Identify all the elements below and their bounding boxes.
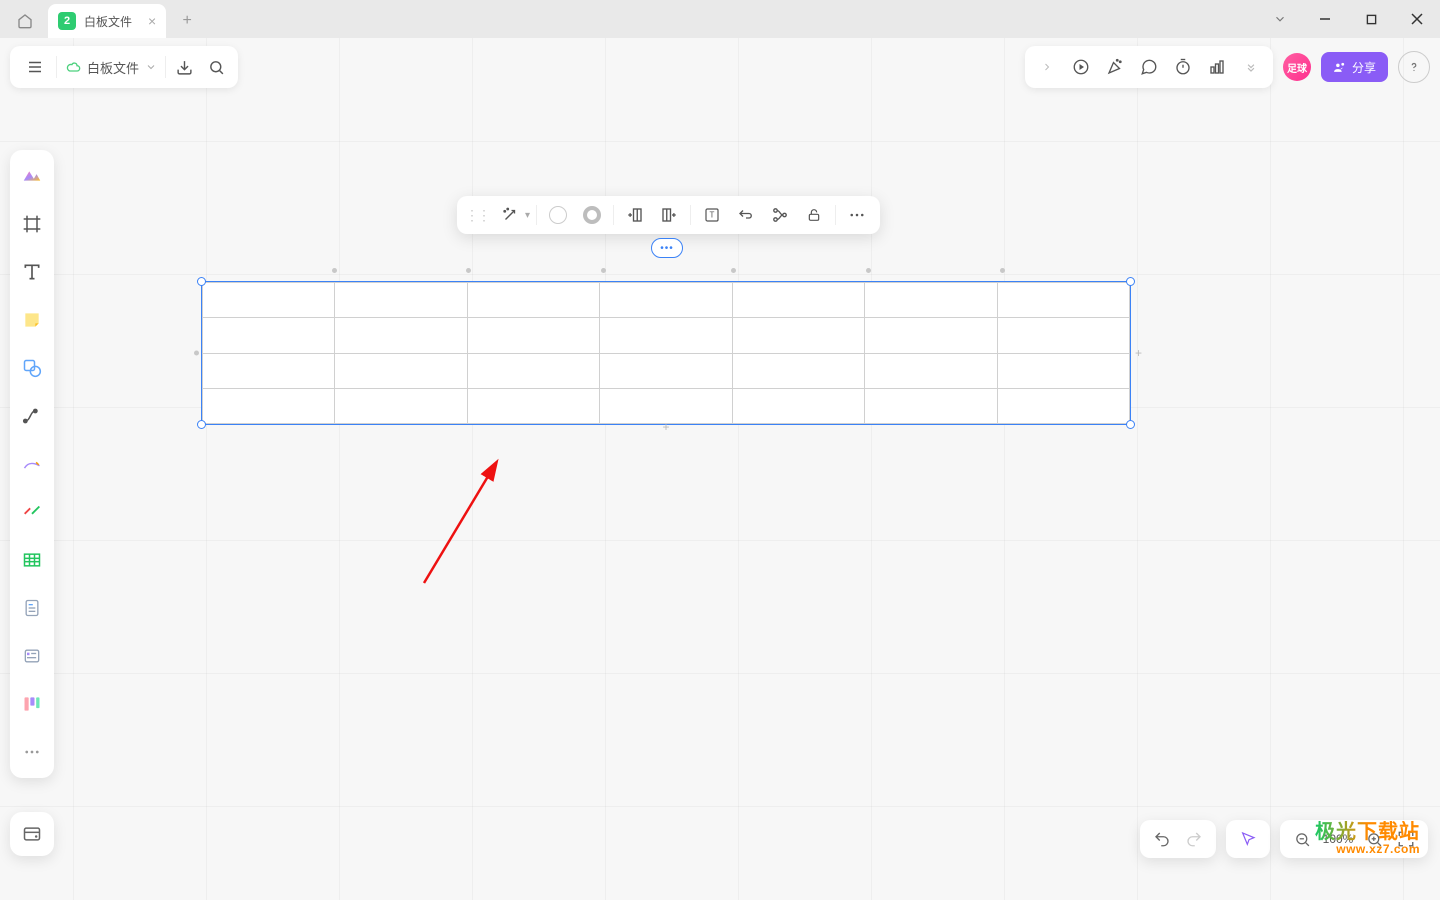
frame-tool[interactable] xyxy=(16,208,48,240)
file-name-chip[interactable]: 白板文件 xyxy=(59,58,163,77)
table-tool[interactable] xyxy=(16,544,48,576)
chevron-down-icon xyxy=(145,61,157,73)
connector-tool[interactable] xyxy=(16,400,48,432)
vote-button[interactable] xyxy=(1201,48,1233,86)
link-button[interactable] xyxy=(731,200,761,230)
home-button[interactable] xyxy=(10,6,40,36)
app-header-right: 足球 分享 xyxy=(1025,46,1430,88)
card-tool[interactable] xyxy=(16,640,48,672)
tab-close-icon[interactable]: × xyxy=(148,13,156,29)
timer-button[interactable] xyxy=(1167,48,1199,86)
export-button[interactable] xyxy=(168,48,200,86)
app-header-left: 白板文件 xyxy=(10,46,238,88)
redo-button[interactable] xyxy=(1178,823,1210,855)
history-card xyxy=(1140,820,1216,858)
tab-doc-icon: 2 xyxy=(58,12,76,30)
close-button[interactable] xyxy=(1394,0,1440,38)
col-marker[interactable] xyxy=(731,268,736,273)
more-header-icon[interactable] xyxy=(1235,48,1267,86)
expand-header-icon[interactable] xyxy=(1031,48,1063,86)
kanban-tool[interactable] xyxy=(16,688,48,720)
menu-button[interactable] xyxy=(16,48,54,86)
help-button[interactable] xyxy=(1398,51,1430,83)
selection-menu-pill[interactable]: ••• xyxy=(651,238,683,258)
branch-button[interactable] xyxy=(765,200,795,230)
search-button[interactable] xyxy=(200,48,232,86)
text-tool[interactable] xyxy=(16,256,48,288)
more-options-button[interactable] xyxy=(842,200,872,230)
zoom-in-button[interactable] xyxy=(1358,823,1390,855)
resize-handle-nw[interactable] xyxy=(197,277,206,286)
confetti-button[interactable] xyxy=(1099,48,1131,86)
selection-context-toolbar: ⋮⋮ ▾ T xyxy=(457,196,880,234)
left-toolbar xyxy=(10,150,54,778)
lock-button[interactable] xyxy=(799,200,829,230)
drag-grip-icon[interactable]: ⋮⋮ xyxy=(465,207,491,224)
undo-button[interactable] xyxy=(1146,823,1178,855)
zoom-level-label[interactable]: 100% xyxy=(1318,832,1358,846)
ai-magic-button[interactable] xyxy=(495,200,525,230)
present-button[interactable] xyxy=(1065,48,1097,86)
chevron-down-icon[interactable]: ▾ xyxy=(525,210,530,221)
cursor-card xyxy=(1226,820,1270,858)
layers-panel-button[interactable] xyxy=(10,812,54,856)
avatar-label: 足球 xyxy=(1287,60,1307,75)
fill-color-button[interactable] xyxy=(543,200,573,230)
resize-handle-se[interactable] xyxy=(1126,420,1135,429)
window-tab-bar: 2 白板文件 × + xyxy=(0,0,1440,38)
border-color-button[interactable] xyxy=(577,200,607,230)
resize-handle-ne[interactable] xyxy=(1126,277,1135,286)
fit-view-button[interactable] xyxy=(1390,823,1422,855)
zoom-out-button[interactable] xyxy=(1286,823,1318,855)
insert-column-right-button[interactable] xyxy=(654,200,684,230)
share-label: 分享 xyxy=(1352,59,1376,76)
canvas[interactable] xyxy=(0,38,1440,900)
share-button[interactable]: 分享 xyxy=(1321,52,1388,82)
zoom-card: 100% xyxy=(1280,820,1428,858)
highlighter-tool[interactable] xyxy=(16,496,48,528)
add-row-button[interactable]: + xyxy=(662,420,669,434)
comment-button[interactable] xyxy=(1133,48,1165,86)
user-avatar[interactable]: 足球 xyxy=(1283,53,1311,81)
document-tool[interactable] xyxy=(16,592,48,624)
template-tool[interactable] xyxy=(16,160,48,192)
cursor-tool[interactable] xyxy=(1232,823,1264,855)
col-marker[interactable] xyxy=(332,268,337,273)
window-dropdown-icon[interactable] xyxy=(1258,0,1302,38)
svg-text:T: T xyxy=(710,211,715,220)
minimize-button[interactable] xyxy=(1302,0,1348,38)
resize-handle-sw[interactable] xyxy=(197,420,206,429)
table-grid[interactable] xyxy=(202,282,1130,424)
window-controls xyxy=(1258,0,1440,38)
selected-table-object[interactable]: + + xyxy=(201,281,1131,425)
row-marker[interactable] xyxy=(194,351,199,356)
share-icon xyxy=(1333,61,1346,74)
new-tab-button[interactable]: + xyxy=(172,6,202,36)
text-format-button[interactable]: T xyxy=(697,200,727,230)
col-marker[interactable] xyxy=(601,268,606,273)
shape-tool[interactable] xyxy=(16,352,48,384)
cloud-sync-icon xyxy=(65,59,81,75)
file-name-label: 白板文件 xyxy=(87,58,139,77)
document-tab[interactable]: 2 白板文件 × xyxy=(48,4,166,38)
tab-title: 白板文件 xyxy=(84,13,132,30)
canvas-controls: 100% xyxy=(1140,820,1428,858)
add-column-button[interactable]: + xyxy=(1135,346,1142,360)
maximize-button[interactable] xyxy=(1348,0,1394,38)
pen-tool[interactable] xyxy=(16,448,48,480)
insert-column-left-button[interactable] xyxy=(620,200,650,230)
more-tools-button[interactable] xyxy=(16,736,48,768)
col-marker[interactable] xyxy=(866,268,871,273)
sticky-note-tool[interactable] xyxy=(16,304,48,336)
